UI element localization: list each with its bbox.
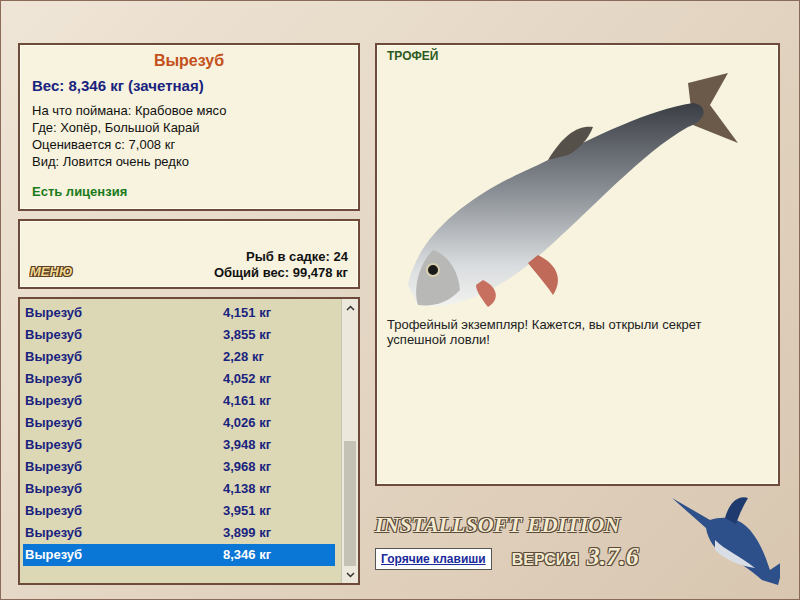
detail-line: Оценивается с: 7,008 кг	[32, 136, 346, 153]
catch-row[interactable]: Вырезуб3,968 кг	[23, 456, 335, 478]
hotkeys-button[interactable]: Горячие клавиши	[375, 548, 492, 570]
fish-name: Вырезуб	[32, 49, 346, 73]
version-number: 3.7.6	[587, 542, 639, 572]
scrollbar[interactable]	[341, 299, 358, 583]
catch-list: Вырезуб4,151 кгВырезуб3,855 кгВырезуб2,2…	[18, 297, 360, 585]
catch-row[interactable]: Вырезуб4,138 кг	[23, 478, 335, 500]
fish-card: ВырезубВес: 8,346 кг (зачетная) На что по…	[18, 43, 360, 211]
catch-screen: ВырезубВес: 8,346 кг (зачетная) На что по…	[0, 0, 800, 600]
catch-row[interactable]: Вырезуб3,948 кг	[23, 434, 335, 456]
detail-line: На что поймана: Крабовое мясо	[32, 102, 346, 119]
total-weight: Общий вес: 99,478 кг	[214, 265, 348, 281]
scroll-thumb[interactable]	[344, 441, 356, 566]
version-label: ВЕРСИЯ	[512, 548, 579, 572]
trophy-panel: ТРОФЕЙ Трофейный экземпляр! Кажется, вы о…	[375, 43, 780, 486]
catch-row[interactable]: Вырезуб2,28 кг	[23, 346, 335, 368]
menu-button[interactable]: МЕНЮ	[30, 262, 72, 282]
scroll-up-icon[interactable]	[342, 299, 358, 316]
trophy-message: Трофейный экземпляр! Кажется, вы открыли…	[387, 317, 768, 347]
catch-row[interactable]: Вырезуб4,052 кг	[23, 368, 335, 390]
trophy-badge: ТРОФЕЙ	[387, 47, 768, 65]
catch-row[interactable]: Вырезуб3,855 кг	[23, 324, 335, 346]
detail-line: Где: Хопёр, Большой Карай	[32, 119, 346, 136]
catch-row[interactable]: Вырезуб8,346 кг	[23, 544, 335, 566]
scroll-down-icon[interactable]	[342, 566, 358, 583]
fish-details: На что поймана: Крабовое мясоГде: Хопёр,…	[32, 102, 346, 170]
marlin-logo-icon	[670, 490, 780, 590]
fish-count: Рыб в садке: 24	[214, 249, 348, 265]
edition-logo: INSTALLSOFT EDITION	[375, 512, 670, 538]
catch-row[interactable]: Вырезуб4,161 кг	[23, 390, 335, 412]
keepnet-panel: МЕНЮ Рыб в садке: 24Общий вес: 99,478 кг	[18, 219, 360, 289]
left-column: ВырезубВес: 8,346 кг (зачетная) На что по…	[18, 43, 360, 599]
detail-line: Вид: Ловится очень редко	[32, 153, 346, 170]
trophy-fish-icon	[388, 65, 768, 315]
right-column: ТРОФЕЙ Трофейный экземпляр! Кажется, вы о…	[375, 43, 780, 599]
catch-row[interactable]: Вырезуб3,899 кг	[23, 522, 335, 544]
footer: INSTALLSOFT EDITION Горячие клавиши ВЕРСИЯ…	[375, 486, 780, 599]
catch-row[interactable]: Вырезуб4,151 кг	[23, 302, 335, 324]
catch-row[interactable]: Вырезуб3,951 кг	[23, 500, 335, 522]
fish-weight: Вес: 8,346 кг (зачетная)	[32, 75, 346, 98]
license-status: Есть лицензия	[32, 182, 346, 202]
catch-row[interactable]: Вырезуб4,026 кг	[23, 412, 335, 434]
